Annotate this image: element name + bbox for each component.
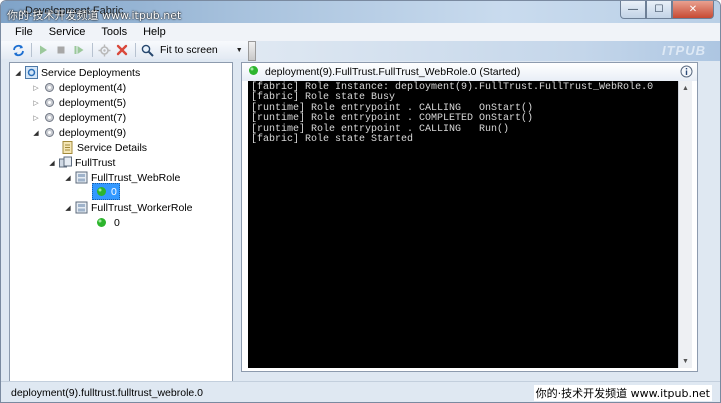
scroll-up-icon[interactable]: ▲ [679,81,692,95]
stop-icon[interactable] [54,43,68,57]
menu-help[interactable]: Help [135,26,174,38]
deployment-tree: ◢ Service Deployments ▷ deployment(4) ▷ … [9,62,233,382]
status-green-icon [248,65,259,79]
console-header: deployment(9).FullTrust.FullTrust_WebRol… [242,63,697,81]
role-icon [75,201,88,214]
zoom-icon[interactable] [140,43,154,57]
menu-tools[interactable]: Tools [93,26,135,38]
info-icon[interactable] [680,65,693,81]
tree-item-web-role-instance[interactable]: 0 [92,183,120,200]
tree-item-deployment[interactable]: ▷ deployment(7) [32,110,126,125]
tree-item-label: deployment(5) [59,96,127,109]
tree-item-label: FullTrust [75,156,116,169]
status-green-icon [95,216,108,229]
tree-item-label: FullTrust_WebRole [91,171,181,184]
toolbar-grip[interactable] [248,41,256,61]
tree-item-web-role[interactable]: ◢ FullTrust_WebRole [64,170,180,185]
console-line: [fabric] Role state Started [251,134,414,146]
expand-arrow-icon[interactable]: ▷ [32,84,40,92]
tree-item-service-details[interactable]: Service Details [61,140,147,155]
selected-instance[interactable]: 0 [92,183,120,200]
status-green-icon [95,185,108,198]
maximize-button[interactable]: ☐ [646,1,672,19]
toolbar-separator [135,43,136,57]
service-deployments-icon [25,66,38,79]
tree-item-worker-role[interactable]: ◢ FullTrust_WorkerRole [64,200,193,215]
brand-logo: ITPUB [662,43,706,58]
service-icon [59,156,72,169]
title-bar[interactable]: Development Fabric 你的·技术开发频道 www.itpub.n… [1,1,720,23]
document-icon [61,141,74,154]
chevron-down-icon[interactable]: ▼ [236,47,243,54]
restart-icon[interactable] [72,43,86,57]
development-fabric-window: Development Fabric 你的·技术开发频道 www.itpub.n… [0,0,721,403]
scroll-down-icon[interactable]: ▼ [679,354,692,368]
close-button[interactable]: ✕ [672,1,714,19]
tree-item-deployment[interactable]: ◢ deployment(9) [32,125,126,140]
tree-item-deployment[interactable]: ▷ deployment(5) [32,95,126,110]
gear-icon [43,81,56,94]
status-text: deployment(9).fulltrust.fulltrust_webrol… [11,387,204,399]
toolbar: Fit to screen ▼ [1,41,249,59]
tree-item-fulltrust[interactable]: ◢ FullTrust [48,155,115,170]
tree-item-service-deployments[interactable]: ◢ Service Deployments [14,65,140,80]
collapse-arrow-icon[interactable]: ◢ [48,159,56,167]
refresh-icon[interactable] [11,43,25,57]
console-output[interactable]: [fabric] Role Instance: deployment(9).Fu… [248,81,678,368]
watermark-top: 你的·技术开发频道 www.itpub.net [7,9,182,22]
window-controls: — ☐ ✕ [620,1,714,19]
fit-to-screen-label[interactable]: Fit to screen [160,44,218,56]
collapse-arrow-icon[interactable]: ◢ [32,129,40,137]
minimize-button[interactable]: — [620,1,646,19]
collapse-arrow-icon[interactable]: ◢ [64,174,72,182]
tree-item-worker-role-instance[interactable]: 0 [95,215,120,230]
console-title: deployment(9).FullTrust.FullTrust_WebRol… [265,66,521,78]
console-panel: deployment(9).FullTrust.FullTrust_WebRol… [241,62,698,372]
gear-icon [43,96,56,109]
tree-item-label: deployment(9) [59,126,127,139]
role-icon [75,171,88,184]
menu-file[interactable]: File [7,26,41,38]
console-scrollbar[interactable]: ▲ ▼ [678,81,692,368]
tree-item-label: Service Deployments [41,66,141,79]
expand-arrow-icon[interactable]: ▷ [32,114,40,122]
collapse-arrow-icon[interactable]: ◢ [14,69,22,77]
instance-number: 0 [114,216,120,229]
attach-icon[interactable] [97,43,111,57]
watermark-bottom: 你的·技术开发频道 www.itpub.net [533,385,712,401]
status-bar: deployment(9).fulltrust.fulltrust_webrol… [1,381,720,402]
toolbar-separator [92,43,93,57]
gear-icon [43,126,56,139]
menu-service[interactable]: Service [41,26,94,38]
tree-item-label: deployment(7) [59,111,127,124]
expand-arrow-icon[interactable]: ▷ [32,99,40,107]
instance-number: 0 [111,185,117,198]
tree-item-label: deployment(4) [59,81,127,94]
delete-icon[interactable] [115,43,129,57]
tree-item-label: FullTrust_WorkerRole [91,201,193,214]
collapse-arrow-icon[interactable]: ◢ [64,204,72,212]
toolbar-separator [31,43,32,57]
gear-icon [43,111,56,124]
run-icon[interactable] [36,43,50,57]
tree-item-deployment[interactable]: ▷ deployment(4) [32,80,126,95]
menu-bar: File Service Tools Help [1,23,720,41]
tree-item-label: Service Details [77,141,148,154]
toolbar-background: ITPUB [257,41,720,61]
